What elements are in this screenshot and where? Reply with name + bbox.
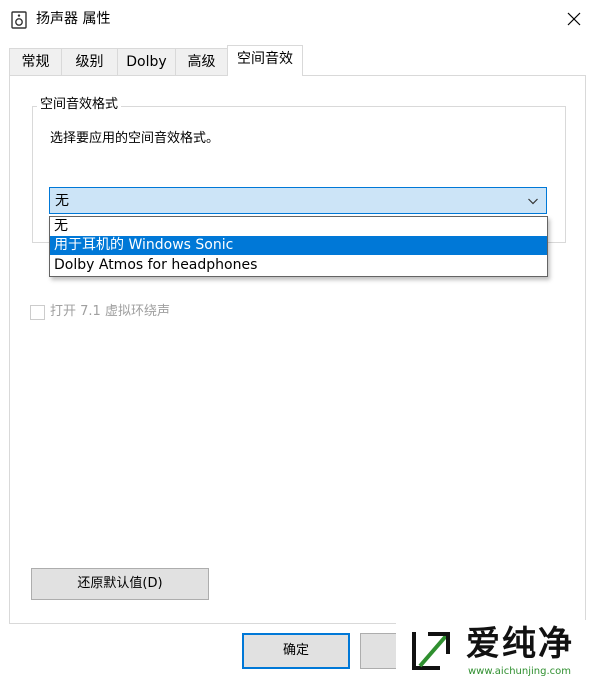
group-title: 空间音效格式 [37, 96, 122, 114]
window-title: 扬声器 属性 [36, 11, 111, 27]
chevron-down-icon [528, 198, 538, 205]
tab-dolby[interactable]: Dolby [117, 48, 176, 76]
watermark-text: 爱纯净 [466, 624, 574, 664]
title-bar: 扬声器 属性 [0, 0, 595, 40]
spatial-format-select[interactable]: 无 [49, 187, 547, 214]
tab-spatial-sound[interactable]: 空间音效 [227, 45, 303, 76]
tab-general[interactable]: 常规 [9, 48, 62, 76]
select-value: 无 [55, 193, 69, 209]
speaker-icon [11, 11, 27, 29]
ok-label: 确定 [282, 643, 309, 658]
restore-defaults-label: 还原默认值(D) [77, 576, 163, 591]
ok-button[interactable]: 确定 [242, 633, 350, 669]
dropdown-option[interactable]: 用于耳机的 Windows Sonic [50, 236, 547, 255]
tab-strip: 常规 级别 Dolby 高级 空间音效 [0, 45, 595, 76]
restore-defaults-button[interactable]: 还原默认值(D) [31, 568, 209, 600]
spatial-format-dropdown: 无 用于耳机的 Windows Sonic Dolby Atmos for he… [49, 216, 548, 277]
group-description: 选择要应用的空间音效格式。 [50, 131, 220, 146]
virtual-surround-checkbox[interactable] [30, 305, 45, 320]
virtual-surround-label: 打开 7.1 虚拟环绕声 [50, 304, 170, 319]
watermark-url: www.aichunjing.com [468, 666, 571, 677]
tab-advanced[interactable]: 高级 [175, 48, 228, 76]
watermark-logo-icon [412, 632, 450, 670]
close-icon [567, 12, 580, 26]
dropdown-option[interactable]: 无 [50, 217, 547, 236]
close-button[interactable] [552, 0, 595, 38]
watermark: 爱纯净 www.aichunjing.com [396, 620, 595, 682]
tab-levels[interactable]: 级别 [61, 48, 118, 76]
dropdown-option[interactable]: Dolby Atmos for headphones [50, 256, 547, 275]
